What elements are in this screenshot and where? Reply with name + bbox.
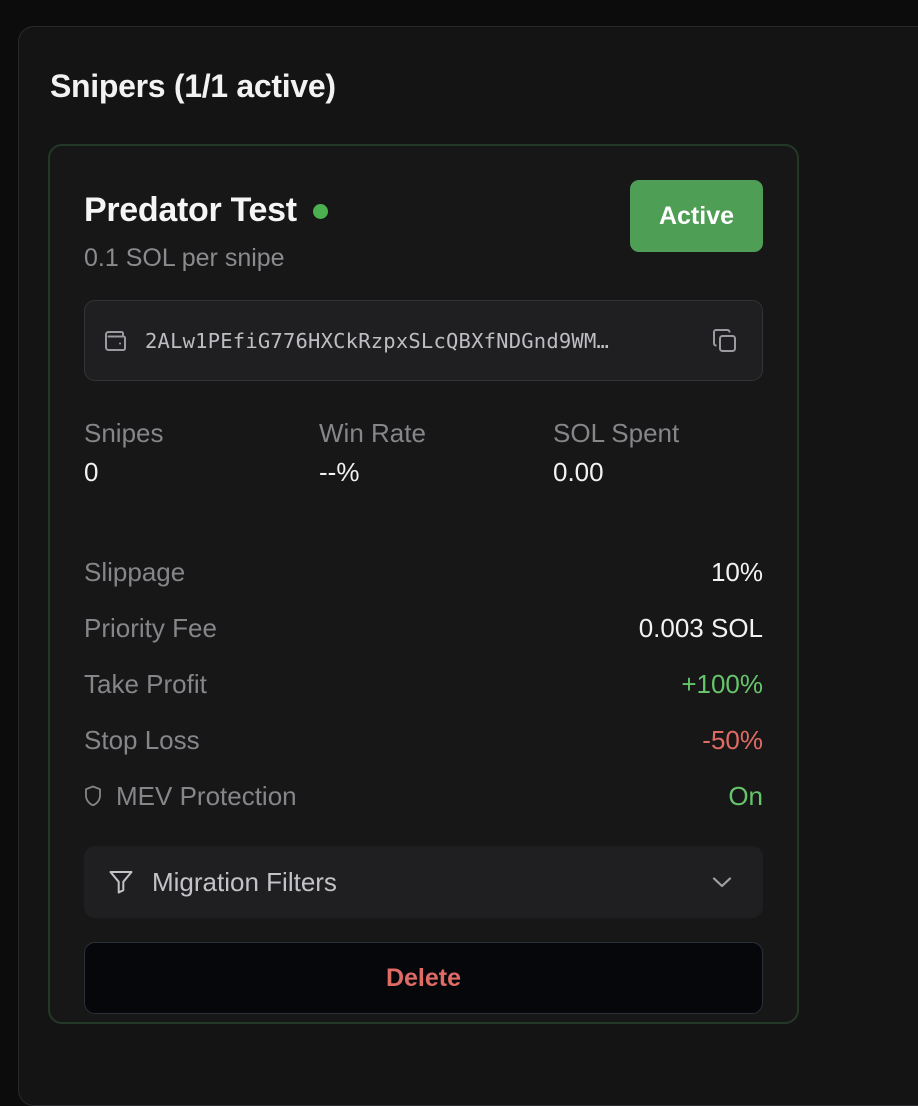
setting-label: Stop Loss	[84, 724, 200, 755]
setting-priority-fee: Priority Fee 0.003 SOL	[84, 600, 763, 656]
active-status-button[interactable]: Active	[630, 180, 763, 252]
sniper-name: Predator Test	[84, 190, 297, 229]
setting-take-profit: Take Profit +100%	[84, 656, 763, 712]
migration-filters-label: Migration Filters	[152, 866, 337, 897]
stat-label: SOL Spent	[553, 418, 680, 448]
stat-value: 0	[84, 457, 99, 487]
stat-value: --%	[319, 457, 360, 487]
setting-mev-protection: MEV Protection On	[84, 768, 763, 824]
setting-value: 0.003 SOL	[638, 612, 763, 643]
copy-icon[interactable]	[710, 326, 740, 356]
stat-label: Win Rate	[319, 418, 426, 448]
stat-sol-spent: SOL Spent 0.00	[553, 416, 679, 488]
setting-label: Slippage	[84, 556, 186, 587]
setting-value: On	[728, 780, 763, 811]
stat-value: 0.00	[553, 457, 604, 487]
setting-label-mev: MEV Protection	[84, 781, 297, 812]
setting-value: 10%	[710, 556, 763, 587]
sniper-card: Predator Test 0.1 SOL per snipe Active 2…	[48, 144, 799, 1024]
setting-label: Take Profit	[84, 668, 207, 699]
setting-slippage: Slippage 10%	[84, 544, 763, 600]
sniper-subtitle: 0.1 SOL per snipe	[84, 244, 285, 272]
shield-icon	[84, 785, 104, 807]
filter-icon	[108, 868, 136, 896]
wallet-address-box: 2ALw1PEfiG776HXCkRzpxSLcQBXfNDGnd9WM…	[84, 300, 763, 381]
delete-button[interactable]: Delete	[84, 942, 763, 1014]
stats-row: Snipes 0 Win Rate --% SOL Spent 0.00	[84, 416, 774, 496]
migration-filters-toggle[interactable]: Migration Filters	[84, 846, 763, 918]
setting-label-text: MEV Protection	[116, 780, 297, 811]
setting-stop-loss: Stop Loss -50%	[84, 712, 763, 768]
setting-value: -50%	[702, 724, 763, 755]
status-dot-icon	[312, 203, 328, 219]
setting-label: Priority Fee	[84, 612, 217, 643]
wallet-address: 2ALw1PEfiG776HXCkRzpxSLcQBXfNDGnd9WM…	[145, 328, 610, 353]
stat-label: Snipes	[84, 418, 164, 448]
wallet-icon	[103, 328, 129, 354]
chevron-down-icon	[711, 870, 735, 894]
stat-snipes: Snipes 0	[84, 416, 164, 488]
settings-list: Slippage 10% Priority Fee 0.003 SOL Take…	[84, 544, 763, 824]
stat-win-rate: Win Rate --%	[319, 416, 426, 488]
sniper-header: Predator Test	[84, 188, 328, 232]
setting-value: +100%	[681, 668, 763, 699]
panel-title: Snipers (1/1 active)	[50, 68, 336, 104]
